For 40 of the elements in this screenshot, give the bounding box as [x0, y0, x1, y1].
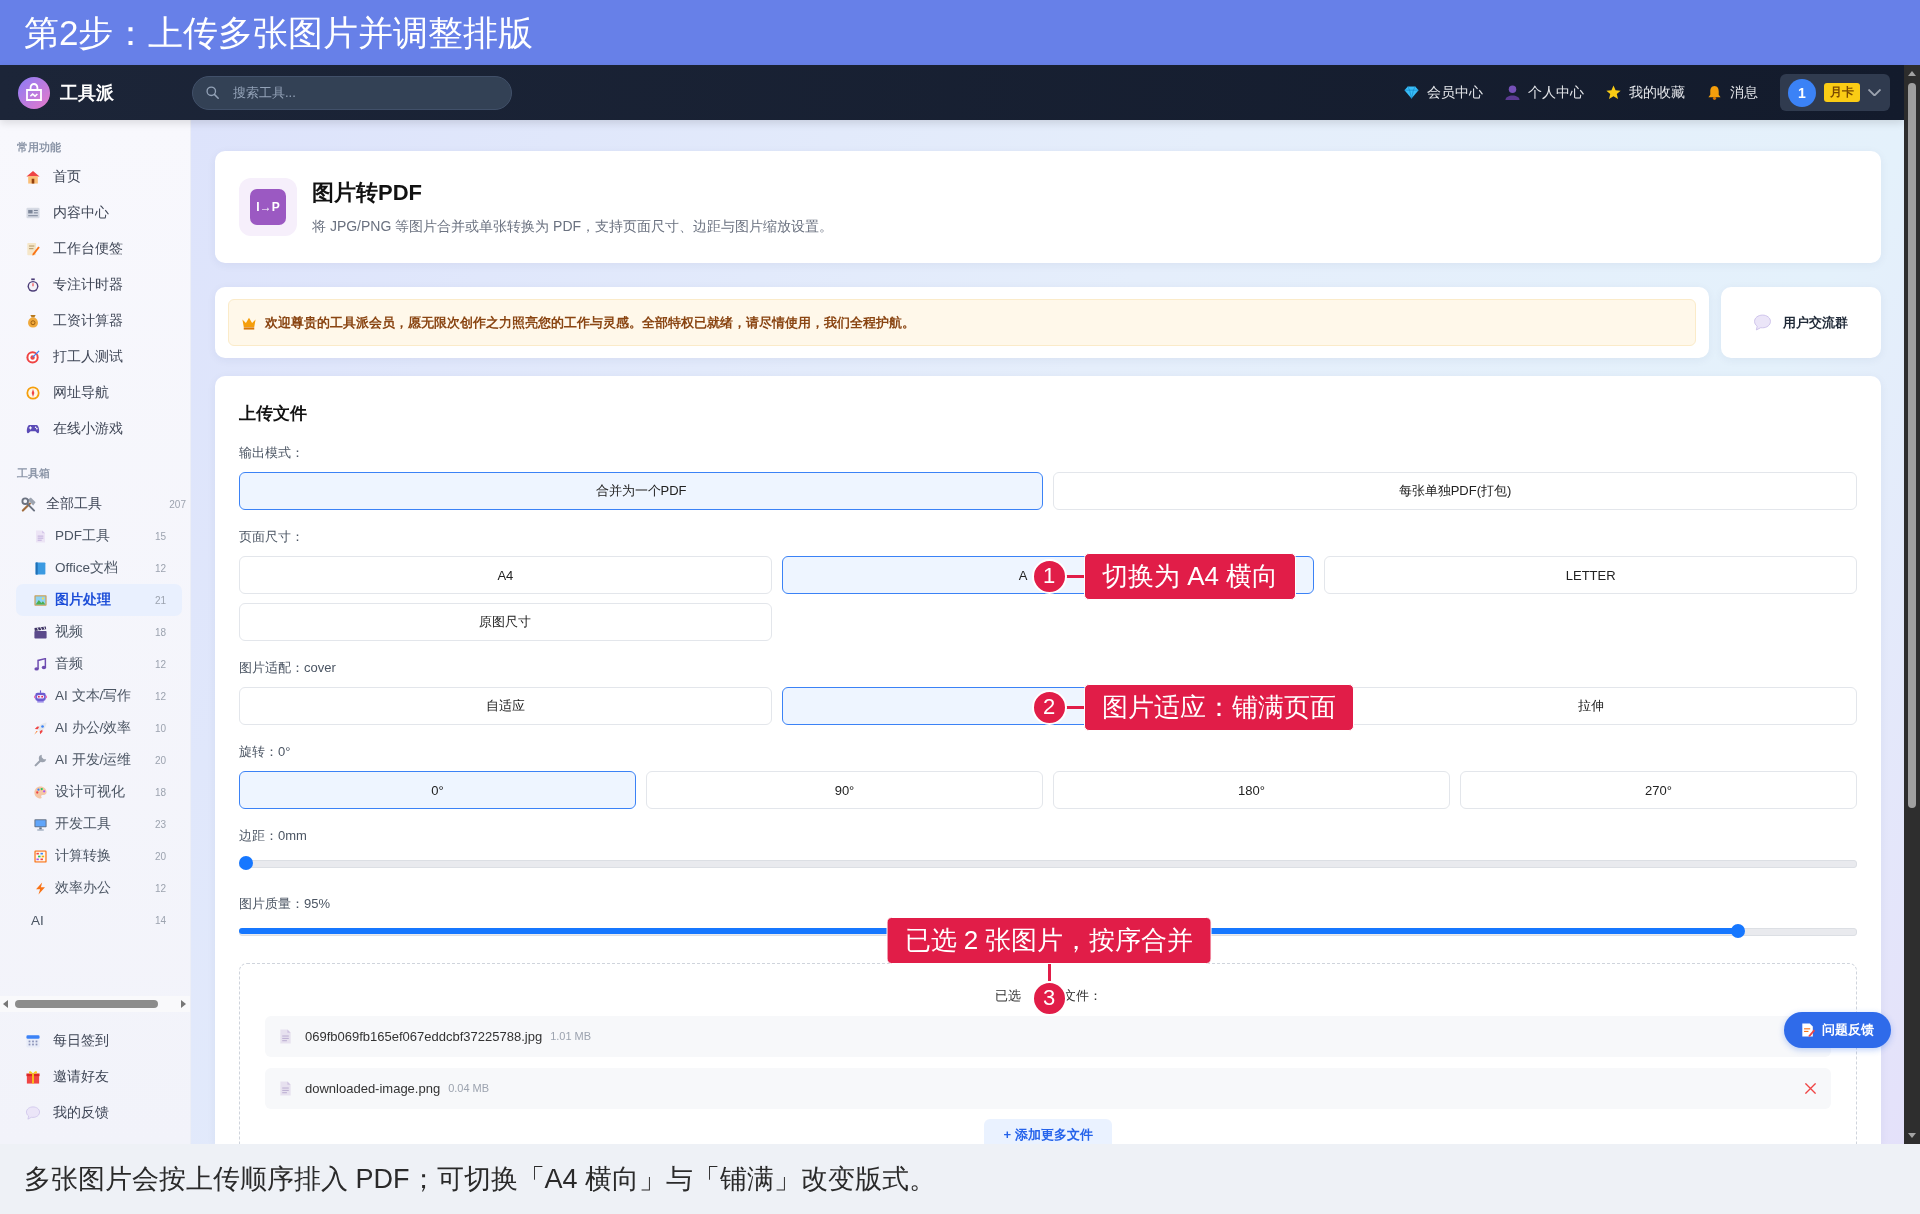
item-count: 12: [154, 882, 166, 894]
field-label: 图片质量：95%: [239, 895, 332, 913]
plan-badge: 月卡: [1824, 83, 1860, 102]
section-title: 工具箱: [16, 466, 51, 481]
file-name: downloaded-image.png: [305, 1080, 441, 1096]
item-count: 18: [154, 786, 166, 798]
item-count: 20: [154, 754, 166, 766]
step-title: 第2步：上传多张图片并调整排版: [24, 11, 534, 54]
item-count: 12: [154, 658, 166, 670]
tool-logo: I→P: [250, 189, 286, 225]
field-label: 图片适配：cover: [239, 659, 337, 677]
item-count: 21: [154, 594, 166, 606]
item-count: 20: [154, 850, 166, 862]
callout-tooltip: 图片适应：铺满页面: [1084, 684, 1354, 731]
file-name: 069fb069fb165ef067eddcbf37225788.jpg: [305, 1028, 543, 1044]
item-count: 18: [154, 626, 166, 638]
avatar-badge: 1: [1788, 78, 1816, 107]
page-description: 将 JPG/PNG 等图片合并或单张转换为 PDF，支持页面尺寸、边距与图片缩放设置。: [312, 216, 834, 236]
page-title: 图片转PDF: [312, 178, 423, 207]
field-label: 页面尺寸：: [239, 528, 305, 546]
field-label: 旋转：0°: [239, 743, 292, 761]
item-count: 12: [154, 690, 166, 702]
item-count: 207: [169, 498, 186, 510]
callout-tooltip: 切换为 A4 横向: [1084, 553, 1297, 600]
notice-text: 欢迎尊贵的工具派会员，愿无限次创作之力照亮您的工作与灵感。全部特权已就绪，请尽情使用，我们全程护航。: [265, 313, 915, 332]
file-size: 1.01 MB: [550, 1030, 592, 1042]
app-name: 工具派: [60, 81, 114, 105]
caption-text: 多张图片会按上传顺序排入 PDF；可切换「A4 横向」与「铺满」改变版式。: [24, 1163, 937, 1196]
item-count: 10: [154, 722, 166, 734]
section-title: 常用功能: [16, 140, 62, 155]
callout-tooltip: 已选 2 张图片，按序合并: [886, 917, 1212, 964]
files-heading: 已选: [994, 986, 1021, 1005]
item-count: 14: [154, 914, 166, 926]
section-heading: 上传文件: [239, 403, 308, 425]
item-count: 23: [154, 818, 166, 830]
file-size: 0.04 MB: [448, 1082, 490, 1094]
field-label: 边距：0mm: [239, 827, 308, 845]
field-label: 输出模式：: [239, 444, 305, 462]
item-count: 15: [154, 530, 166, 542]
item-count: 12: [154, 562, 166, 574]
